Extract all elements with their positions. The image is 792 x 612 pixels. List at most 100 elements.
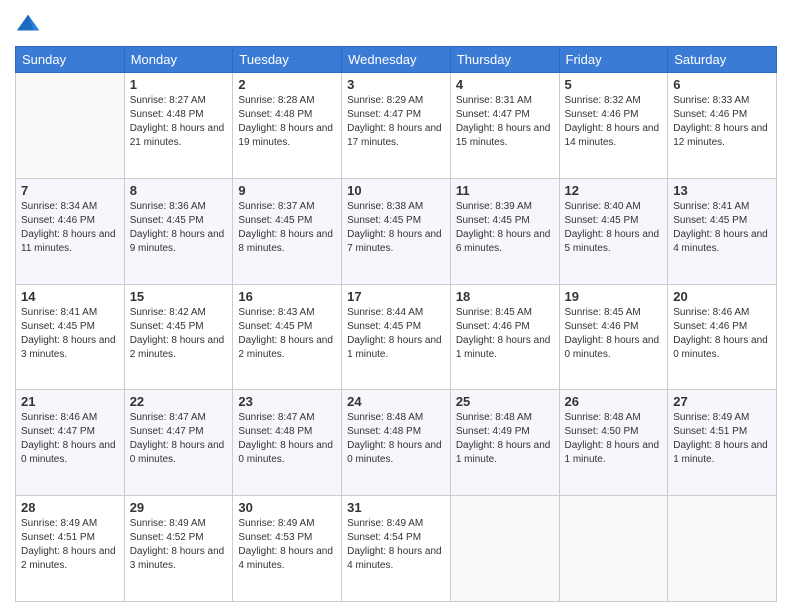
day-info: Sunrise: 8:33 AMSunset: 4:46 PMDaylight:…: [673, 94, 771, 150]
day-number: 21: [21, 394, 119, 409]
day-cell: 4 Sunrise: 8:31 AMSunset: 4:47 PMDaylight…: [450, 73, 559, 179]
day-number: 23: [238, 394, 336, 409]
day-number: 16: [238, 289, 336, 304]
day-info: Sunrise: 8:43 AMSunset: 4:45 PMDaylight:…: [238, 306, 336, 362]
day-info: Sunrise: 8:31 AMSunset: 4:47 PMDaylight:…: [456, 94, 554, 150]
day-cell: 1 Sunrise: 8:27 AMSunset: 4:48 PMDaylight…: [124, 73, 233, 179]
weekday-header-tuesday: Tuesday: [233, 47, 342, 73]
day-info: Sunrise: 8:32 AMSunset: 4:46 PMDaylight:…: [565, 94, 663, 150]
day-cell: 24 Sunrise: 8:48 AMSunset: 4:48 PMDayligh…: [342, 390, 451, 496]
day-cell: 5 Sunrise: 8:32 AMSunset: 4:46 PMDaylight…: [559, 73, 668, 179]
day-info: Sunrise: 8:38 AMSunset: 4:45 PMDaylight:…: [347, 200, 445, 256]
day-number: 4: [456, 77, 554, 92]
day-info: Sunrise: 8:27 AMSunset: 4:48 PMDaylight:…: [130, 94, 228, 150]
day-info: Sunrise: 8:47 AMSunset: 4:48 PMDaylight:…: [238, 411, 336, 467]
day-cell: 27 Sunrise: 8:49 AMSunset: 4:51 PMDayligh…: [668, 390, 777, 496]
day-cell: 31Sunrise: 8:49 AMSunset: 4:54 PMDayligh…: [342, 496, 451, 602]
day-cell: 7 Sunrise: 8:34 AMSunset: 4:46 PMDaylight…: [16, 178, 125, 284]
day-cell: [559, 496, 668, 602]
logo-icon: [15, 10, 43, 38]
day-number: 30: [238, 500, 336, 515]
day-info: Sunrise: 8:46 AMSunset: 4:46 PMDaylight:…: [673, 306, 771, 362]
day-number: 26: [565, 394, 663, 409]
day-info: Sunrise: 8:36 AMSunset: 4:45 PMDaylight:…: [130, 200, 228, 256]
day-info: Sunrise: 8:29 AMSunset: 4:47 PMDaylight:…: [347, 94, 445, 150]
day-cell: 29 Sunrise: 8:49 AMSunset: 4:52 PMDayligh…: [124, 496, 233, 602]
day-number: 7: [21, 183, 119, 198]
day-number: 15: [130, 289, 228, 304]
day-cell: 6 Sunrise: 8:33 AMSunset: 4:46 PMDaylight…: [668, 73, 777, 179]
day-info: Sunrise: 8:49 AMSunset: 4:51 PMDaylight:…: [21, 517, 119, 573]
day-info: Sunrise: 8:41 AMSunset: 4:45 PMDaylight:…: [673, 200, 771, 256]
day-info: Sunrise: 8:49 AMSunset: 4:52 PMDaylight:…: [130, 517, 228, 573]
day-info: Sunrise: 8:39 AMSunset: 4:45 PMDaylight:…: [456, 200, 554, 256]
week-row-0: 1 Sunrise: 8:27 AMSunset: 4:48 PMDaylight…: [16, 73, 777, 179]
day-cell: 14 Sunrise: 8:41 AMSunset: 4:45 PMDayligh…: [16, 284, 125, 390]
day-cell: 22 Sunrise: 8:47 AMSunset: 4:47 PMDayligh…: [124, 390, 233, 496]
weekday-header-wednesday: Wednesday: [342, 47, 451, 73]
day-number: 19: [565, 289, 663, 304]
day-info: Sunrise: 8:48 AMSunset: 4:50 PMDaylight:…: [565, 411, 663, 467]
day-cell: 9 Sunrise: 8:37 AMSunset: 4:45 PMDaylight…: [233, 178, 342, 284]
day-cell: 23 Sunrise: 8:47 AMSunset: 4:48 PMDayligh…: [233, 390, 342, 496]
day-info: Sunrise: 8:41 AMSunset: 4:45 PMDaylight:…: [21, 306, 119, 362]
day-cell: 18Sunrise: 8:45 AMSunset: 4:46 PMDayligh…: [450, 284, 559, 390]
day-info: Sunrise: 8:47 AMSunset: 4:47 PMDaylight:…: [130, 411, 228, 467]
week-row-4: 28 Sunrise: 8:49 AMSunset: 4:51 PMDayligh…: [16, 496, 777, 602]
day-info: Sunrise: 8:37 AMSunset: 4:45 PMDaylight:…: [238, 200, 336, 256]
day-info: Sunrise: 8:46 AMSunset: 4:47 PMDaylight:…: [21, 411, 119, 467]
header: [15, 10, 777, 38]
day-number: 12: [565, 183, 663, 198]
day-cell: 17Sunrise: 8:44 AMSunset: 4:45 PMDayligh…: [342, 284, 451, 390]
day-cell: 19 Sunrise: 8:45 AMSunset: 4:46 PMDayligh…: [559, 284, 668, 390]
day-info: Sunrise: 8:49 AMSunset: 4:54 PMDaylight:…: [347, 517, 445, 573]
calendar: SundayMondayTuesdayWednesdayThursdayFrid…: [15, 46, 777, 602]
day-number: 5: [565, 77, 663, 92]
page: SundayMondayTuesdayWednesdayThursdayFrid…: [0, 0, 792, 612]
day-number: 10: [347, 183, 445, 198]
day-cell: 10 Sunrise: 8:38 AMSunset: 4:45 PMDayligh…: [342, 178, 451, 284]
day-cell: 12 Sunrise: 8:40 AMSunset: 4:45 PMDayligh…: [559, 178, 668, 284]
day-cell: 26 Sunrise: 8:48 AMSunset: 4:50 PMDayligh…: [559, 390, 668, 496]
day-cell: 25 Sunrise: 8:48 AMSunset: 4:49 PMDayligh…: [450, 390, 559, 496]
week-row-2: 14 Sunrise: 8:41 AMSunset: 4:45 PMDayligh…: [16, 284, 777, 390]
day-number: 28: [21, 500, 119, 515]
day-info: Sunrise: 8:48 AMSunset: 4:48 PMDaylight:…: [347, 411, 445, 467]
day-number: 1: [130, 77, 228, 92]
day-number: 25: [456, 394, 554, 409]
day-info: Sunrise: 8:48 AMSunset: 4:49 PMDaylight:…: [456, 411, 554, 467]
day-cell: 15Sunrise: 8:42 AMSunset: 4:45 PMDayligh…: [124, 284, 233, 390]
day-info: Sunrise: 8:40 AMSunset: 4:45 PMDaylight:…: [565, 200, 663, 256]
day-number: 22: [130, 394, 228, 409]
day-cell: 2Sunrise: 8:28 AMSunset: 4:48 PMDaylight…: [233, 73, 342, 179]
week-row-1: 7 Sunrise: 8:34 AMSunset: 4:46 PMDaylight…: [16, 178, 777, 284]
day-info: Sunrise: 8:45 AMSunset: 4:46 PMDaylight:…: [565, 306, 663, 362]
day-info: Sunrise: 8:28 AMSunset: 4:48 PMDaylight:…: [238, 94, 336, 150]
weekday-header-thursday: Thursday: [450, 47, 559, 73]
day-info: Sunrise: 8:44 AMSunset: 4:45 PMDaylight:…: [347, 306, 445, 362]
day-cell: 30 Sunrise: 8:49 AMSunset: 4:53 PMDayligh…: [233, 496, 342, 602]
weekday-header-friday: Friday: [559, 47, 668, 73]
day-cell: 11 Sunrise: 8:39 AMSunset: 4:45 PMDayligh…: [450, 178, 559, 284]
day-cell: 13Sunrise: 8:41 AMSunset: 4:45 PMDayligh…: [668, 178, 777, 284]
day-number: 27: [673, 394, 771, 409]
weekday-header-sunday: Sunday: [16, 47, 125, 73]
day-number: 9: [238, 183, 336, 198]
day-cell: 8 Sunrise: 8:36 AMSunset: 4:45 PMDaylight…: [124, 178, 233, 284]
day-number: 11: [456, 183, 554, 198]
day-cell: 21 Sunrise: 8:46 AMSunset: 4:47 PMDayligh…: [16, 390, 125, 496]
day-info: Sunrise: 8:34 AMSunset: 4:46 PMDaylight:…: [21, 200, 119, 256]
day-info: Sunrise: 8:49 AMSunset: 4:51 PMDaylight:…: [673, 411, 771, 467]
day-cell: 28 Sunrise: 8:49 AMSunset: 4:51 PMDayligh…: [16, 496, 125, 602]
day-number: 20: [673, 289, 771, 304]
week-row-3: 21 Sunrise: 8:46 AMSunset: 4:47 PMDayligh…: [16, 390, 777, 496]
day-number: 6: [673, 77, 771, 92]
day-number: 24: [347, 394, 445, 409]
day-cell: [450, 496, 559, 602]
day-number: 8: [130, 183, 228, 198]
day-number: 29: [130, 500, 228, 515]
day-number: 18: [456, 289, 554, 304]
day-number: 14: [21, 289, 119, 304]
logo: [15, 10, 45, 38]
day-info: Sunrise: 8:49 AMSunset: 4:53 PMDaylight:…: [238, 517, 336, 573]
